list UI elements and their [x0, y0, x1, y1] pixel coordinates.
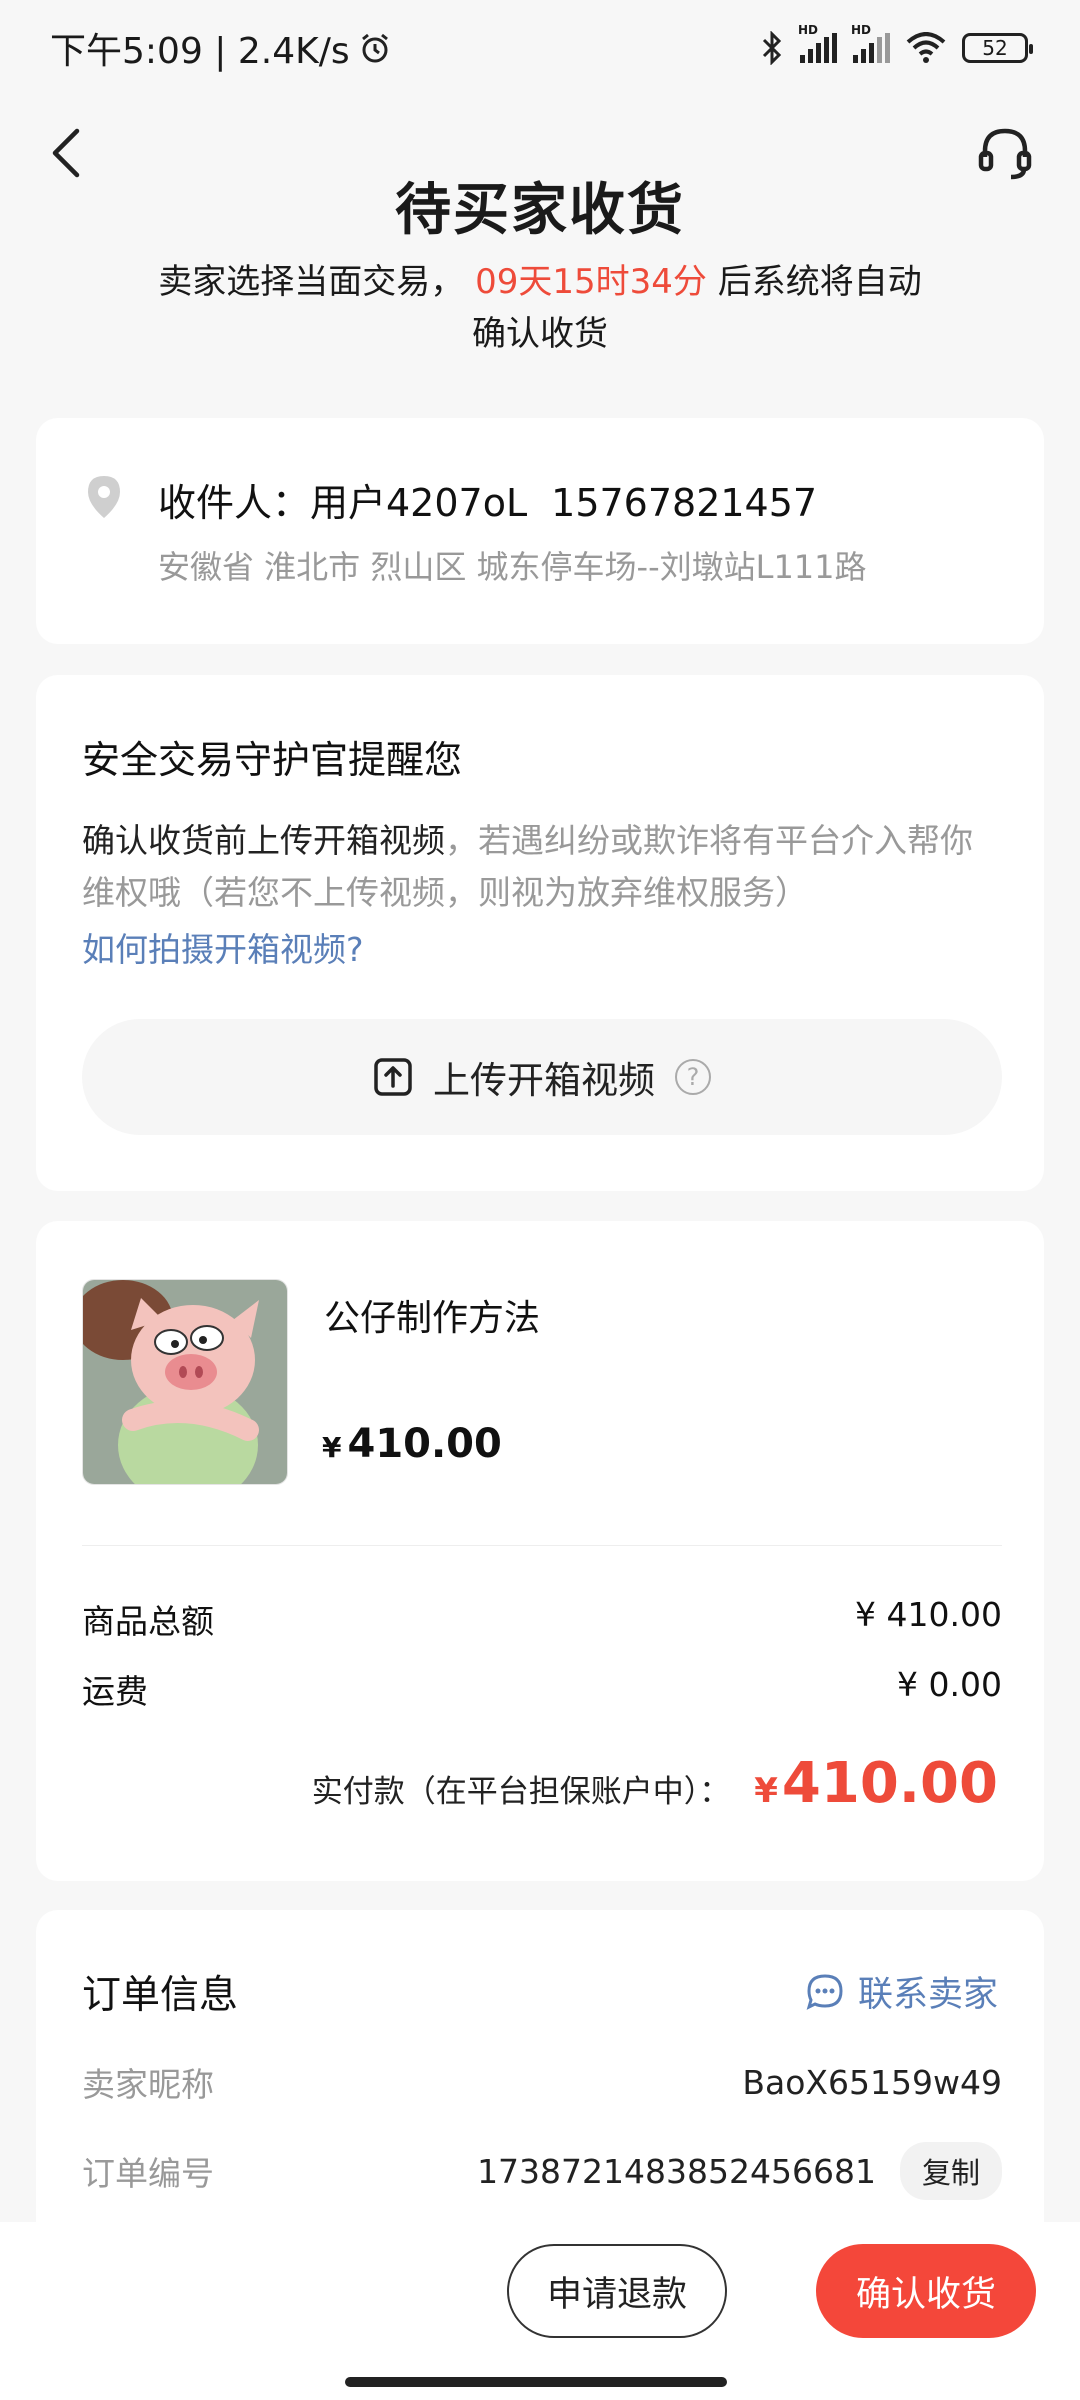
- status-bar: 下午5:09 | 2.4K/s HD HD 52: [0, 0, 1080, 96]
- request-refund-button[interactable]: 申请退款: [507, 2244, 727, 2338]
- order-info-card: 订单信息 联系卖家 卖家昵称 BaoX65159w49 订单编号 1738721…: [36, 1910, 1044, 2250]
- hd-label: HD: [851, 23, 872, 37]
- battery-icon: 52: [962, 33, 1033, 63]
- order-info-title: 订单信息: [82, 1973, 239, 2018]
- safety-title: 安全交易守护官提醒您: [82, 738, 463, 782]
- order-no-label: 订单编号: [82, 2154, 214, 2193]
- status-left: 下午5:09 | 2.4K/s: [50, 22, 392, 74]
- goods-thumbnail[interactable]: [82, 1279, 288, 1485]
- subtitle-prefix: 卖家选择当面交易，: [158, 262, 465, 302]
- paid-amount: ¥410.00: [754, 1751, 998, 1816]
- paid-value: 410.00: [781, 1751, 998, 1816]
- order-no-value: 1738721483852456681: [477, 2151, 876, 2191]
- chat-bubble-icon: [806, 1973, 843, 2010]
- page-title: 待买家收货: [395, 178, 685, 243]
- goods-card: 公仔制作方法 ¥410.00 商品总额 ¥ 410.00 运费 ¥ 0.00 实…: [36, 1221, 1044, 1881]
- subtotal-row: 商品总额 ¥ 410.00: [82, 1595, 1002, 1643]
- battery-level: 52: [982, 36, 1008, 60]
- alarm-icon: [361, 33, 388, 63]
- safety-text: 确认收货前上传开箱视频，若遇纠纷或欺诈将有平台介入帮你维权哦（若您不上传视频，则…: [82, 815, 1002, 919]
- countdown: 09天15时34分: [475, 262, 707, 302]
- contact-seller-button[interactable]: 联系卖家: [806, 1966, 998, 2017]
- goods-price-value: 410.00: [347, 1421, 502, 1467]
- receiver-name: 收件人：用户4207oL: [158, 481, 528, 525]
- seller-nick-value: BaoX65159w49: [742, 2062, 1002, 2102]
- upload-label: 上传开箱视频: [433, 1059, 655, 1102]
- receiver-line: 收件人：用户4207oL 15767821457: [158, 472, 841, 527]
- home-indicator[interactable]: [345, 2377, 727, 2387]
- signal-icon-2: HD: [851, 23, 890, 63]
- goods-price-currency: ¥: [322, 1431, 342, 1464]
- status-right: HD HD 52: [760, 23, 1033, 65]
- order-no-value-wrap: 1738721483852456681 复制: [477, 2142, 1002, 2200]
- how-to-record-link[interactable]: 如何拍摄开箱视频?: [82, 923, 364, 971]
- bluetooth-icon: [762, 31, 782, 65]
- goods-price: ¥410.00: [322, 1421, 502, 1467]
- safety-text-emphasis: 确认收货前上传开箱视频: [82, 821, 445, 860]
- subtotal-value: ¥ 410.00: [855, 1595, 1002, 1634]
- address-detail: 安徽省 淮北市 烈山区 城东停车场--刘墩站L111路: [158, 548, 867, 586]
- hd-label: HD: [798, 23, 819, 37]
- order-no-row: 订单编号 1738721483852456681 复制: [82, 2142, 1002, 2200]
- paid-row: 实付款（在平台担保账户中）： ¥410.00: [312, 1751, 998, 1816]
- signal-icon-1: HD: [798, 23, 837, 63]
- copy-button[interactable]: 复制: [899, 2142, 1002, 2200]
- shipping-row: 运费 ¥ 0.00: [82, 1665, 1002, 1713]
- address-card[interactable]: 收件人：用户4207oL 15767821457 安徽省 淮北市 烈山区 城东停车…: [36, 418, 1044, 644]
- goods-name[interactable]: 公仔制作方法: [324, 1289, 540, 1341]
- subtotal-label: 商品总额: [82, 1602, 214, 1641]
- shipping-label: 运费: [82, 1672, 148, 1711]
- divider: [82, 1545, 1002, 1546]
- safety-reminder-card: 安全交易守护官提醒您 确认收货前上传开箱视频，若遇纠纷或欺诈将有平台介入帮你维权…: [36, 675, 1044, 1191]
- status-time-speed: 下午5:09 | 2.4K/s: [50, 31, 350, 72]
- seller-nick-label: 卖家昵称: [82, 2065, 214, 2104]
- location-pin-icon: [88, 476, 120, 518]
- upload-unboxing-video-button[interactable]: 上传开箱视频 ?: [82, 1019, 1002, 1135]
- paid-currency: ¥: [754, 1771, 778, 1811]
- contact-seller-label: 联系卖家: [857, 1975, 998, 2015]
- bottom-action-bar: 申请退款 确认收货: [0, 2222, 1080, 2400]
- shipping-value: ¥ 0.00: [897, 1665, 1002, 1704]
- auto-confirm-notice: 卖家选择当面交易， 09天15时34分 后系统将自动确认收货: [150, 256, 930, 360]
- paid-label: 实付款（在平台担保账户中）：: [311, 1774, 731, 1810]
- confirm-receipt-button[interactable]: 确认收货: [816, 2244, 1036, 2338]
- seller-nick-row: 卖家昵称 BaoX65159w49: [82, 2058, 1002, 2106]
- wifi-icon: [906, 32, 946, 63]
- upload-icon: [374, 1058, 412, 1096]
- help-icon[interactable]: ?: [675, 1059, 711, 1095]
- receiver-phone: 15767821457: [551, 481, 818, 525]
